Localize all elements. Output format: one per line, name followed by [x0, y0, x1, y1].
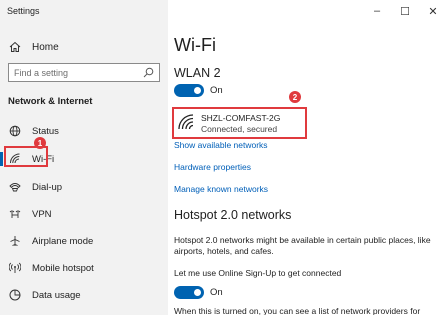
sidebar-item-label: Dial-up [32, 181, 63, 193]
home-nav[interactable]: Home [8, 40, 59, 54]
window-controls: – ☐ ✕ [363, 0, 447, 22]
step-badge-1: 1 [34, 137, 46, 149]
sidebar-item-mobile-hotspot[interactable]: Mobile hotspot [8, 260, 94, 276]
signup-toggle-label: On [210, 287, 223, 298]
page-title: Wi-Fi [174, 35, 216, 55]
sidebar-item-label: Mobile hotspot [32, 262, 94, 274]
home-icon [8, 40, 22, 54]
show-available-networks-link[interactable]: Show available networks [174, 140, 268, 150]
sidebar-item-label: Airplane mode [32, 235, 94, 247]
home-label: Home [32, 41, 59, 53]
sidebar-item-label: Data usage [32, 289, 81, 301]
sidebar: Settings Home Find a setting Network & I… [0, 0, 168, 315]
adapter-heading: WLAN 2 [174, 66, 221, 80]
globe-icon [8, 124, 22, 138]
manage-known-networks-link[interactable]: Manage known networks [174, 184, 268, 194]
hardware-properties-link[interactable]: Hardware properties [174, 162, 251, 172]
step-badge-2: 2 [289, 91, 301, 103]
signup-label: Let me use Online Sign-Up to get connect… [174, 268, 342, 278]
search-icon[interactable] [143, 67, 154, 80]
sidebar-item-data-usage[interactable]: Data usage [8, 287, 81, 303]
selection-indicator [0, 152, 3, 166]
window-title: Settings [7, 6, 40, 16]
section-heading: Network & Internet [8, 96, 93, 107]
sidebar-item-label: Status [32, 125, 59, 137]
sidebar-item-vpn[interactable]: VPN [8, 206, 52, 222]
search-placeholder: Find a setting [14, 67, 69, 78]
vpn-icon [8, 207, 22, 221]
dialup-icon [8, 180, 22, 194]
sidebar-item-label: VPN [32, 208, 52, 220]
hotspot-heading: Hotspot 2.0 networks [174, 208, 292, 222]
wifi-toggle-label: On [210, 85, 223, 96]
minimize-button[interactable]: – [363, 0, 391, 22]
airplane-icon [8, 234, 22, 248]
hotspot-description: Hotspot 2.0 networks might be available … [174, 235, 431, 256]
main-panel: – ☐ ✕ Wi-Fi WLAN 2 On 2 SHZL-COMFAST-2G … [168, 0, 447, 315]
wifi-toggle[interactable] [174, 84, 204, 97]
close-button[interactable]: ✕ [419, 0, 447, 22]
data-usage-icon [8, 288, 22, 302]
sidebar-item-status[interactable]: Status [8, 123, 59, 139]
signup-toggle[interactable] [174, 286, 204, 299]
hotspot-icon [8, 261, 22, 275]
highlight-box-network [172, 107, 307, 139]
signup-description: When this is turned on, you can see a li… [174, 306, 421, 315]
maximize-button[interactable]: ☐ [391, 0, 419, 22]
search-input[interactable]: Find a setting [8, 63, 160, 82]
highlight-box-wifi [4, 146, 48, 167]
sidebar-item-airplane-mode[interactable]: Airplane mode [8, 233, 93, 249]
sidebar-item-dialup[interactable]: Dial-up [8, 179, 62, 195]
